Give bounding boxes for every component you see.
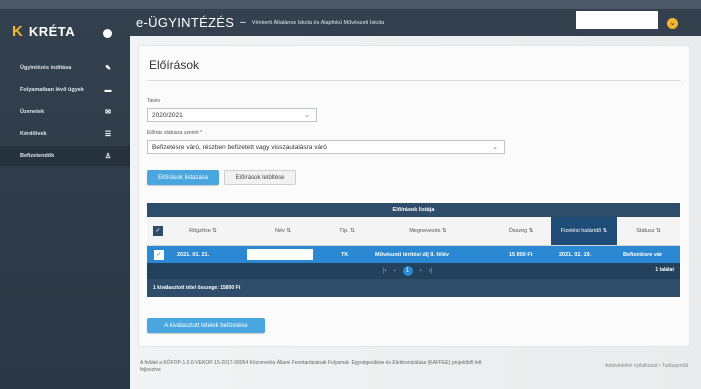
cell-amount: 15 800 Ft [509,251,533,258]
folder-icon: ▬ [104,86,112,94]
title-divider [147,80,681,81]
cell-type: TK [341,251,349,258]
footer-project-text: A felület a KÖFOP-1.0.0-VEKOP-15-2017-00… [140,360,482,373]
logo-text: KRÉTA [28,24,76,39]
download-prescriptions-button[interactable]: Előírások letöltése [224,170,296,185]
table-header-row: ✓ Rögzítve ⇅ Név ⇅ Típ. ⇅ Megnevezés ⇅ Ö… [147,217,680,246]
user-name-redacted[interactable] [576,11,658,29]
year-value: 2020/2021 [152,111,183,119]
first-page-icon[interactable]: |‹ [383,268,387,274]
column-header-amount[interactable]: Összeg ⇅ [491,217,551,245]
chevron-down-icon: ⌄ [304,112,310,119]
mail-icon: ✉ [105,109,111,116]
table-pager: |‹ ‹ 1 › ›| 1 találat [147,263,680,279]
column-header-recorded[interactable]: Rögzítve ⇅ [169,217,237,245]
prescriptions-table: Előírások listája ✓ Rögzítve ⇅ Név ⇅ Típ… [147,203,680,297]
person-icon: ♙ [104,153,112,160]
check-icon: ✓ [154,249,164,260]
kreta-logo[interactable]: K KRÉTA [12,23,75,40]
pager-nav: |‹ ‹ 1 › ›| [383,266,432,276]
select-all-checkbox[interactable]: ✓ [147,217,169,245]
table-caption: Előírások listája [147,203,680,217]
sidebar-item-label: Kérdőívek [20,131,47,137]
column-header-due-date[interactable]: Fizetési határidő ⇅ [551,217,617,245]
prev-page-icon[interactable]: ‹ [394,268,396,274]
list-icon: ☰ [104,131,112,138]
title-dash: – [240,17,246,28]
sidebar-item-surveys[interactable]: Kérdőívek ☰ [0,124,130,144]
page-footer: A felület a KÖFOP-1.0.0-VEKOP-15-2017-00… [138,358,688,388]
selected-sum: 1 kiválasztott tétel összege: 15800 Ft [147,279,680,297]
result-count: 1 találat [655,267,674,273]
pay-selected-button[interactable]: A kiválasztott tételek befizetése [147,318,265,333]
column-header-status[interactable]: Státusz ⇅ [617,217,680,245]
chevron-down-icon: ⌄ [492,144,498,151]
check-icon: ✓ [153,226,163,236]
browser-top-strip [0,0,701,9]
content-card: Előírások Tanév 2020/2021 ⌄ Előírás stát… [138,45,690,347]
app-title: e-ÜGYINTÉZÉS [136,15,235,30]
page-title: Előírások [149,58,200,72]
top-header: e-ÜGYINTÉZÉS – Vénkerti Általános Iskola… [130,9,701,36]
edit-icon: ✎ [105,65,111,72]
school-name: Vénkerti Általános Iskola és Alapfokú Mű… [251,19,385,26]
status-label: Előírás státusza szerint * [147,130,203,136]
column-header-name[interactable]: Név ⇅ [237,217,329,245]
cell-name-redacted [247,246,313,263]
sidebar-item-label: Folyamatban lévő ügyek [20,87,84,93]
sidebar: K KRÉTA Ügyintézés indítása ✎ Folyamatba… [0,9,130,389]
kreta-k-icon: K [12,23,23,40]
user-menu-chevron-icon[interactable]: ⌄ [667,18,678,29]
cell-status: Befizetésre vár [623,251,663,258]
last-page-icon[interactable]: ›| [429,268,433,274]
menu-toggle-dot[interactable] [103,29,112,38]
cell-due-date: 2021. 02. 19. [559,251,592,258]
row-checkbox[interactable]: ✓ [154,246,164,263]
main-content: Előírások Tanév 2020/2021 ⌄ Előírás stát… [130,36,701,389]
status-value: Befizetésre váró, részben befizetett vag… [152,143,327,151]
sidebar-item-payables[interactable]: Befizetendők ♙ [0,146,130,166]
cell-description: Művészeti térítési díj II. félév [375,251,449,258]
list-prescriptions-button[interactable]: Előírások listázása [147,170,219,185]
footer-links[interactable]: Adatvédelmi nyilatkozat • Tudásportál [605,363,688,369]
sidebar-item-label: Ügyintézés indítása [20,65,72,71]
sidebar-item-new-case[interactable]: Ügyintézés indítása ✎ [0,58,130,78]
column-header-description[interactable]: Megnevezés ⇅ [365,217,491,245]
table-row[interactable]: ✓ 2021. 01. 21. TK Művészeti térítési dí… [147,246,680,263]
status-select[interactable]: Befizetésre váró, részben befizetett vag… [147,140,505,154]
sidebar-item-messages[interactable]: Üzenetek ✉ [0,102,130,122]
sidebar-item-label: Befizetendők [20,153,55,159]
column-header-type[interactable]: Típ. ⇅ [329,217,365,245]
page-button-current[interactable]: 1 [402,266,413,276]
year-label: Tanév [147,98,161,104]
sidebar-item-label: Üzenetek [20,109,45,115]
year-select[interactable]: 2020/2021 ⌄ [147,108,317,122]
cell-recorded: 2021. 01. 21. [177,251,210,258]
next-page-icon[interactable]: › [420,268,422,274]
sidebar-item-ongoing-cases[interactable]: Folyamatban lévő ügyek ▬ [0,80,130,100]
